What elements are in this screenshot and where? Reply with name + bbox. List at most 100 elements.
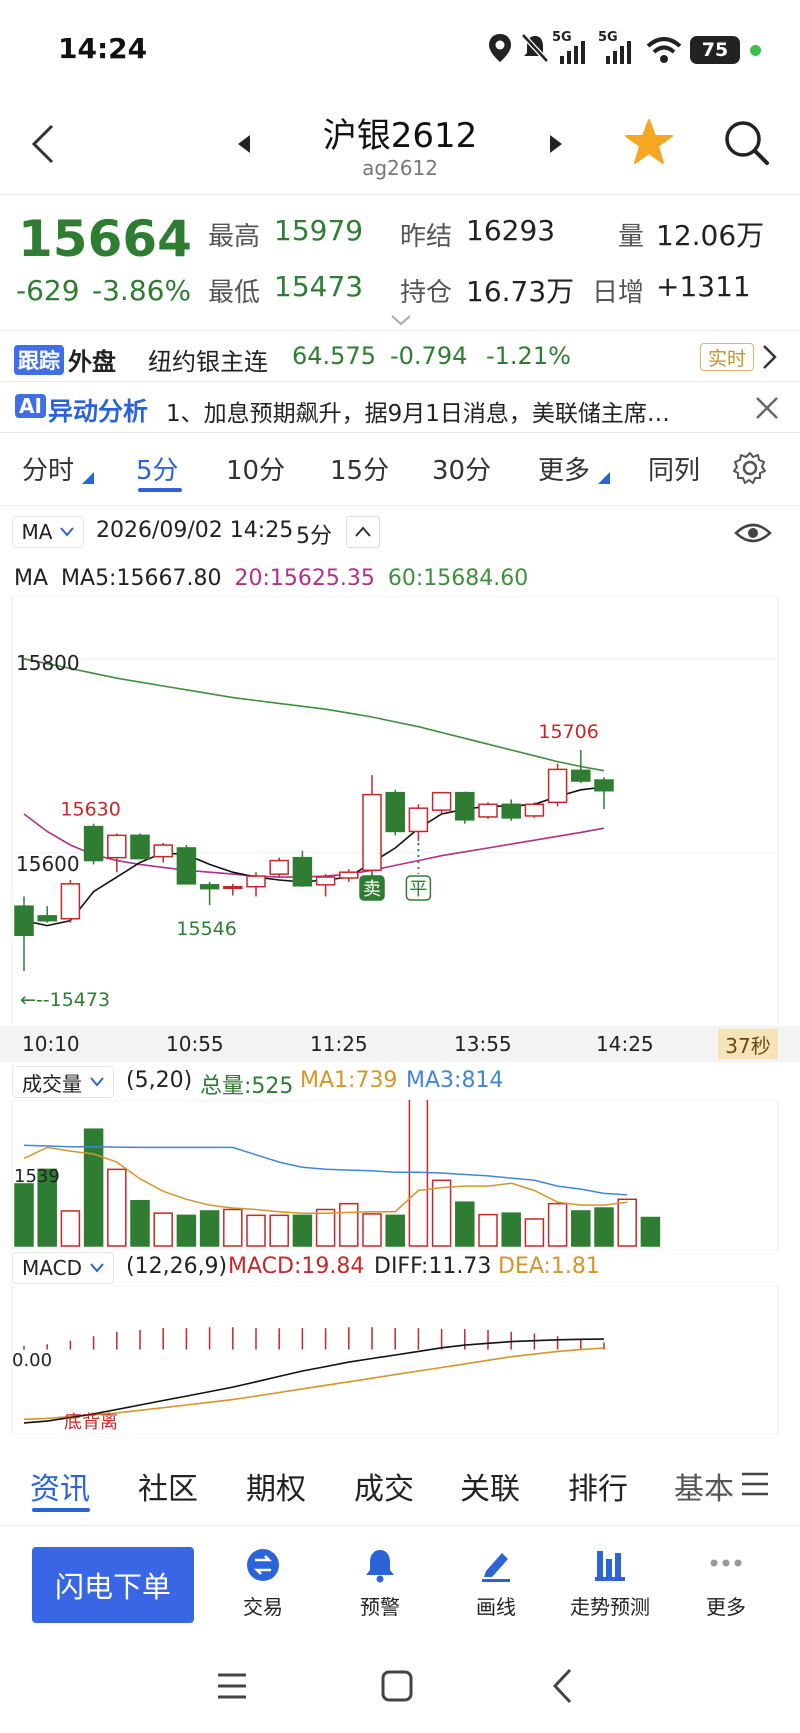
macd-indicator-select[interactable]: MACD [12,1252,114,1284]
macd-indicator-name: MACD [22,1256,82,1280]
indicator-select[interactable]: MA [12,516,84,548]
time-label-0: 10:10 [22,1032,80,1056]
tab-community[interactable]: 社区 [138,1464,198,1508]
action-trade[interactable]: 交易 [203,1547,323,1627]
time-label-1: 10:55 [166,1032,224,1056]
high-label: 最高 [208,222,261,252]
tab-intraday[interactable]: 分时 [22,450,74,487]
candles [14,749,614,972]
volume-bar-11 [269,1214,289,1247]
tab-options[interactable]: 期权 [246,1464,306,1508]
volume-bar-27 [640,1216,661,1247]
volume-bar-15 [362,1213,382,1247]
label-15546: 15546 [176,918,236,940]
ma20-value: 20:15625.35 [234,566,375,591]
sell-marker-text: 卖 [363,879,381,900]
chart-datetime: 2026/09/02 14:25 [96,518,294,543]
tab-fundamentals[interactable]: 基本 [674,1464,734,1508]
daily-inc-label: 日增 [592,278,645,308]
active-dot [750,45,761,56]
volume-bar-13 [315,1208,336,1247]
foreign-change-pct: -1.21% [486,342,571,370]
ma-prefix: MA [14,566,49,591]
home-icon[interactable] [380,1669,414,1703]
tab-15min[interactable]: 15分 [330,450,389,487]
close-marker-text: 平 [409,879,427,900]
trade-icon [247,1549,279,1581]
page-title: 沪银2612 [322,116,478,156]
action-alert[interactable]: 预警 [320,1547,440,1627]
action-more[interactable]: 更多 [666,1547,786,1627]
flash-order-button[interactable]: 闪电下单 [32,1547,194,1623]
tab-dropdown-icon [82,472,94,484]
tab-related[interactable]: 关联 [460,1464,520,1508]
time-label-3: 13:55 [454,1032,512,1056]
candle-body-13 [315,876,336,886]
open-interest-value: 16.73万 [466,275,575,308]
collapse-button[interactable] [346,516,380,548]
volume-bar-10 [246,1214,266,1247]
macd-chart[interactable] [0,1286,800,1434]
volume-chart[interactable] [0,1100,800,1250]
forecast-chart-icon [595,1551,625,1581]
signal-icon [560,41,585,64]
volume-ma3: MA3:814 [406,1068,504,1093]
candle-body-5 [130,834,150,860]
tab-more[interactable]: 更多 [538,450,590,487]
action-forecast[interactable]: 走势预测 [550,1547,670,1627]
nav-back-icon[interactable] [550,1667,574,1705]
action-draw[interactable]: 画线 [436,1547,556,1627]
recent-apps-icon[interactable] [216,1671,248,1701]
candle-body-24 [571,769,591,782]
info-tabs: 资讯 社区 期权 成交 关联 排行 基本 [0,1446,800,1526]
volume-header: 成交量 (5,20) 总量:525 MA1:739 MA3:814 [0,1064,800,1100]
candle-body-8 [199,884,220,890]
macd-diff: DIFF:11.73 [374,1254,492,1279]
volume-bar-24 [571,1210,591,1247]
chart-header: MA 2026/09/02 14:25 5分 [0,508,800,552]
battery-indicator: 75 [690,36,740,64]
prev-settle-value: 16293 [466,214,556,247]
candle-body-7 [176,847,197,885]
label-low-15473: ←--15473 [20,989,110,1011]
star-icon[interactable] [624,118,674,166]
candle-body-1 [37,915,57,922]
tab-30min[interactable]: 30分 [432,450,491,487]
volume-bar-2 [60,1210,81,1247]
search-icon[interactable] [722,118,770,168]
settings-gear-icon[interactable] [732,450,768,486]
ma5-value: MA5:15667.80 [61,566,222,591]
close-icon[interactable] [754,395,780,421]
ai-tag: AI [15,394,46,418]
macd-histogram [23,1327,605,1350]
menu-icon[interactable] [740,1470,770,1498]
chevron-down-icon [90,1263,104,1273]
volume-bar-23 [547,1202,568,1247]
next-contract-icon[interactable] [548,133,564,155]
volume-bar-14 [339,1202,359,1247]
tab-5min[interactable]: 5分 [136,450,179,487]
eye-icon[interactable] [734,520,772,546]
candle-body-22 [524,803,545,817]
volume-bar-22 [524,1218,545,1247]
candle-body-14 [339,871,359,879]
candle-body-3 [83,825,104,862]
volume-indicator-select[interactable]: 成交量 [12,1066,114,1098]
volume-bar-12 [292,1214,313,1247]
kline-chart[interactable]: 15706 15630 15546 ←--15473 卖 平 [0,596,800,1032]
tab-news[interactable]: 资讯 [30,1464,90,1508]
candle-body-0 [14,905,34,936]
foreign-market-row[interactable]: 跟踪 外盘 纽约银主连 64.575 -0.794 -1.21% 实时 [0,332,800,382]
tab-ranking[interactable]: 排行 [568,1464,628,1508]
chevron-right-icon[interactable] [760,344,778,370]
ai-analysis-row[interactable]: AI 异动分析 1、加息预期飙升，据9月1日消息，美联储主席… [0,383,800,433]
volume-bars [14,1100,661,1247]
foreign-change: -0.794 [390,342,468,370]
system-nav-bar [0,1643,800,1733]
expand-chevron-icon[interactable] [390,314,412,326]
tab-same-list[interactable]: 同列 [648,450,700,487]
trade-label: 交易 [243,1595,283,1619]
tab-10min[interactable]: 10分 [226,450,285,487]
tab-trades[interactable]: 成交 [354,1464,414,1508]
candle-body-10 [246,875,266,888]
